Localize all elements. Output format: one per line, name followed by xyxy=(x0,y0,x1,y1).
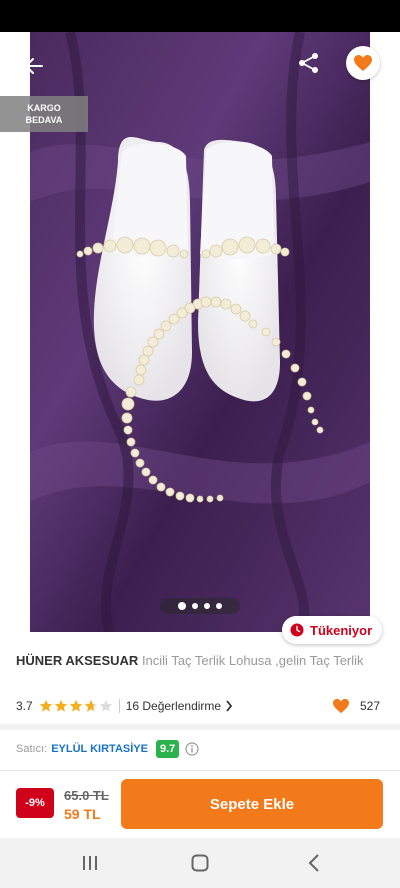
cargo-badge-line2: BEDAVA xyxy=(25,115,63,125)
heart-icon xyxy=(354,55,372,71)
clock-icon xyxy=(290,623,304,637)
recent-apps-button[interactable] xyxy=(76,850,104,876)
star-icon xyxy=(39,699,52,712)
stock-status-badge: Tükeniyor xyxy=(282,616,382,644)
rating-stars xyxy=(39,699,113,713)
home-icon xyxy=(191,854,209,872)
product-image-gallery[interactable]: KARGO BEDAVA xyxy=(0,32,400,632)
chevron-right-icon xyxy=(226,700,233,712)
free-shipping-badge: KARGO BEDAVA xyxy=(0,96,88,132)
system-navigation-bar xyxy=(0,838,400,888)
seller-name-link[interactable]: EYLÜL KIRTASİYE xyxy=(51,743,148,755)
rating-divider xyxy=(118,699,120,713)
product-title: HÜNER AKSESUAR Incili Taç Terlik Lohusa … xyxy=(16,652,384,669)
heart-icon xyxy=(333,698,349,714)
chevron-left-icon xyxy=(308,854,319,872)
system-back-button[interactable] xyxy=(300,850,328,876)
product-brand[interactable]: HÜNER AKSESUAR xyxy=(16,653,138,668)
reviews-link[interactable]: 16 Değerlendirme xyxy=(126,699,233,713)
favorite-count: 527 xyxy=(332,696,380,716)
section-divider xyxy=(0,770,400,771)
seller-row: Satıcı: EYLÜL KIRTASİYE 9.7 xyxy=(16,738,199,760)
recent-apps-icon xyxy=(83,856,97,870)
info-icon[interactable] xyxy=(185,742,199,756)
stock-status-label: Tükeniyor xyxy=(310,622,373,638)
product-name: Incili Taç Terlik Lohusa ,gelin Taç Terl… xyxy=(141,653,364,668)
favorite-button[interactable] xyxy=(346,46,380,80)
favorite-count-value: 527 xyxy=(360,699,381,713)
cargo-badge-line1: KARGO xyxy=(27,103,61,113)
back-arrow-icon xyxy=(25,58,43,74)
rating-score: 3.7 xyxy=(16,699,33,713)
add-to-cart-button[interactable]: Sepete Ekle xyxy=(121,779,383,829)
share-icon xyxy=(299,53,318,73)
seller-label: Satıcı: xyxy=(16,743,48,755)
old-price: 65.0 TL xyxy=(64,788,109,803)
share-button[interactable] xyxy=(294,48,324,78)
discount-badge: -9% xyxy=(16,788,54,818)
image-pager-dots[interactable] xyxy=(160,598,240,614)
current-price: 59 TL xyxy=(64,806,101,822)
status-bar xyxy=(0,0,400,32)
back-button[interactable] xyxy=(18,50,50,82)
pager-dot-1[interactable] xyxy=(178,602,186,610)
pager-dot-2[interactable] xyxy=(192,603,198,609)
star-icon xyxy=(99,699,112,712)
rating-row: 3.7 16 Değerlendirme xyxy=(16,696,384,716)
pager-dot-4[interactable] xyxy=(216,603,222,609)
reviews-label: 16 Değerlendirme xyxy=(125,699,222,713)
star-icon xyxy=(69,699,82,712)
star-icon xyxy=(84,699,97,712)
section-divider xyxy=(0,724,400,730)
pager-dot-3[interactable] xyxy=(204,603,210,609)
star-icon xyxy=(54,699,67,712)
seller-score-badge: 9.7 xyxy=(155,740,180,758)
home-button[interactable] xyxy=(186,850,214,876)
